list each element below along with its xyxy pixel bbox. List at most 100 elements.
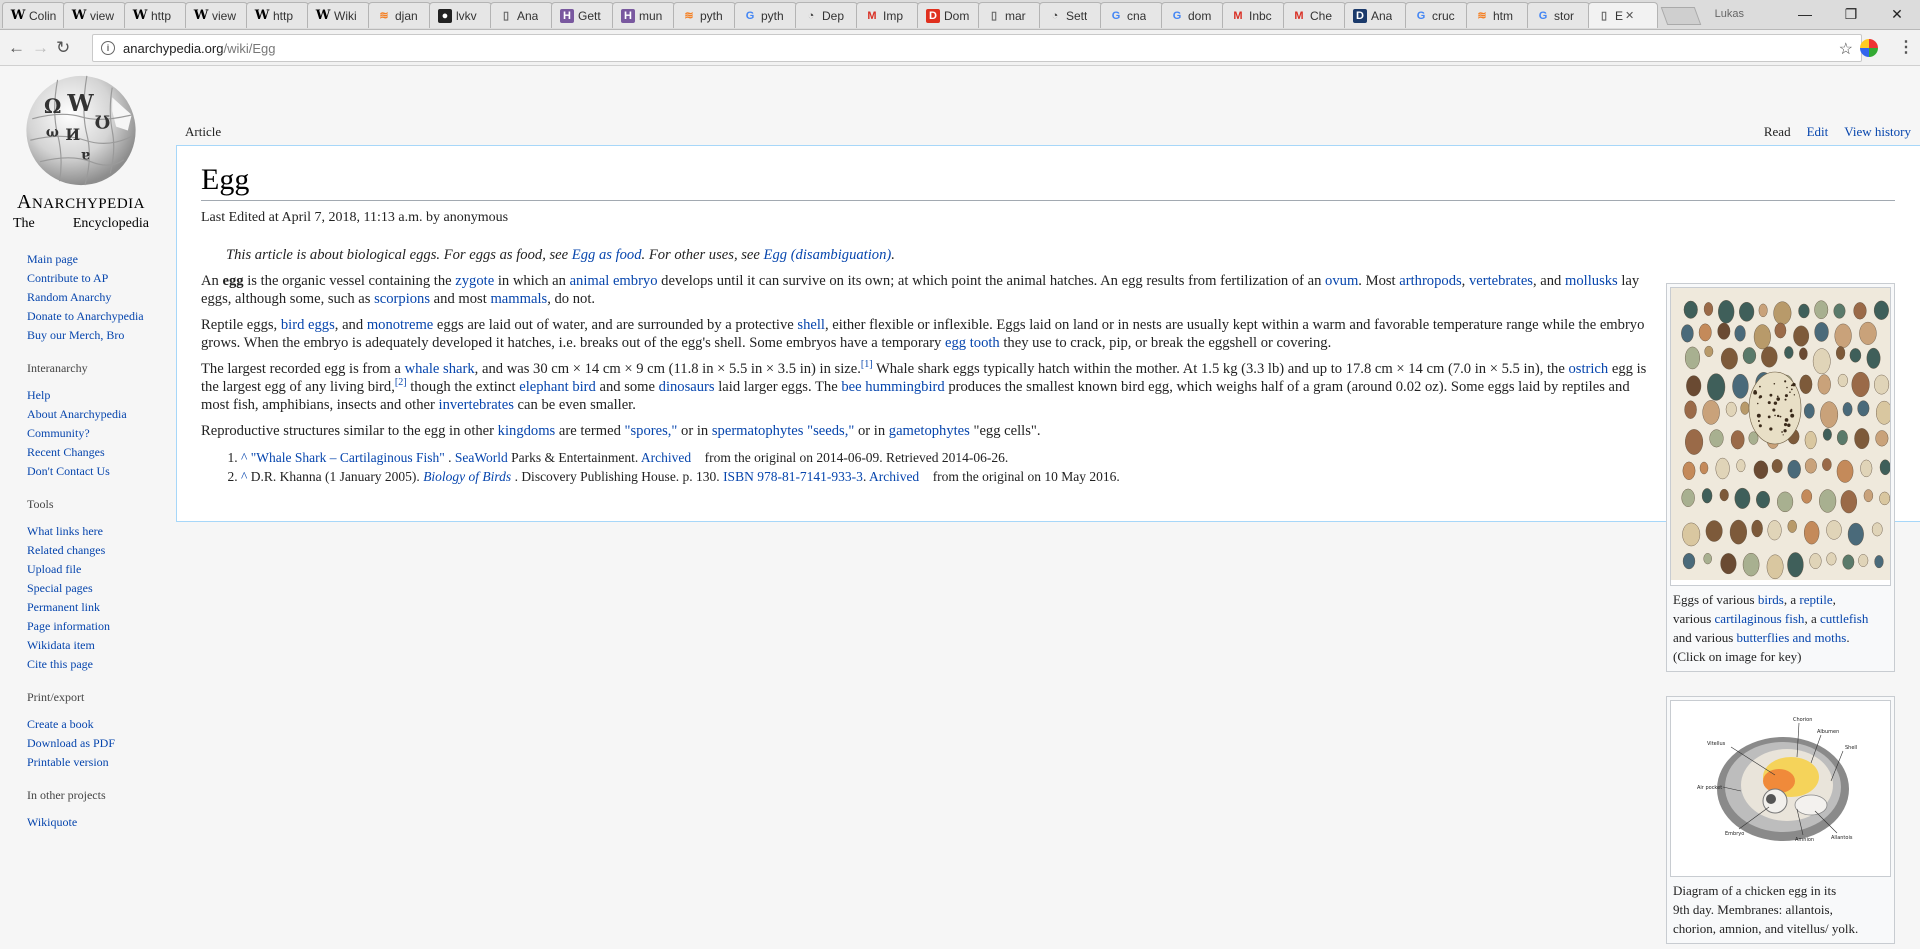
browser-tab[interactable]: Whttp xyxy=(124,2,187,28)
sidebar-nav-link[interactable]: Random Anarchy xyxy=(27,290,111,304)
browser-tab[interactable]: ◔ Dep xyxy=(795,2,858,28)
browser-tab[interactable]: M Imp xyxy=(856,2,919,28)
caption-link-reptile[interactable]: reptile xyxy=(1799,592,1832,607)
browser-tab[interactable]: Gcna xyxy=(1100,2,1163,28)
ref-link-archived[interactable]: Archived xyxy=(641,450,691,465)
link-mollusks[interactable]: mollusks xyxy=(1565,273,1618,289)
link-vertebrates[interactable]: vertebrates xyxy=(1469,273,1533,289)
browser-tab[interactable]: H Gett xyxy=(551,2,614,28)
sidebar-tools-link[interactable]: Page information xyxy=(27,619,110,633)
ref-link-archived[interactable]: Archived xyxy=(869,469,919,484)
browser-tab[interactable]: Hmun xyxy=(612,2,675,28)
browser-tab[interactable]: W Wiki xyxy=(307,2,370,28)
browser-tab[interactable]: ▯ E ✕ xyxy=(1588,2,1658,28)
link-scorpions[interactable]: scorpions xyxy=(374,291,430,307)
browser-tab[interactable]: ≋ pyth xyxy=(673,2,736,28)
sidebar-tools-link[interactable]: Wikidata item xyxy=(27,638,95,652)
sidebar-interanarchy-link[interactable]: Don't Contact Us xyxy=(27,464,110,478)
sidebar-tools-link[interactable]: Permanent link xyxy=(27,600,100,614)
link-invertebrates[interactable]: invertebrates xyxy=(439,397,514,413)
caption-link-cuttlefish[interactable]: cuttlefish xyxy=(1820,611,1868,626)
extension-color-icon[interactable] xyxy=(1860,39,1878,57)
ref-link-isbn[interactable]: ISBN 978-81-7141-933-3 xyxy=(723,469,863,484)
back-arrow-icon[interactable]: ← xyxy=(8,38,25,58)
ref-link-seaworld[interactable]: SeaWorld xyxy=(455,450,508,465)
tab-view-history[interactable]: View history xyxy=(1844,124,1911,140)
link-zygote[interactable]: zygote xyxy=(455,273,494,289)
reload-icon[interactable]: ↻ xyxy=(56,38,70,58)
site-logo[interactable]: Ω W Ʊ И ω ɐ ANARCHYPEDIA The Encyclopedi… xyxy=(13,72,149,232)
browser-tab[interactable]: ● lvkv xyxy=(429,2,492,28)
sidebar-tools-link[interactable]: What links here xyxy=(27,524,103,538)
browser-tab[interactable]: Whttp xyxy=(246,2,309,28)
caption-link-birds[interactable]: birds xyxy=(1758,592,1784,607)
browser-tab[interactable]: ▯ mar xyxy=(978,2,1041,28)
tab-article[interactable]: Article xyxy=(185,124,221,140)
sidebar-nav-link[interactable]: Main page xyxy=(27,252,78,266)
close-window-icon[interactable]: ✕ xyxy=(1874,6,1920,23)
caption-link-cartilaginous-fish[interactable]: cartilaginous fish xyxy=(1715,611,1805,626)
ref-link-title[interactable]: "Whale Shark – Cartilaginous Fish" xyxy=(251,450,445,465)
link-egg-as-food[interactable]: Egg as food xyxy=(572,247,642,263)
link-dinosaurs[interactable]: dinosaurs xyxy=(659,379,715,395)
sidebar-nav-link[interactable]: Contribute to AP xyxy=(27,271,108,285)
browser-tab[interactable]: W Colin xyxy=(2,2,65,28)
sidebar-interanarchy-link[interactable]: Recent Changes xyxy=(27,445,105,459)
link-spores[interactable]: "spores," xyxy=(625,423,678,439)
sidebar-nav-link[interactable]: Buy our Merch, Bro xyxy=(27,328,124,342)
close-tab-icon[interactable]: ✕ xyxy=(1625,9,1634,22)
browser-tab[interactable]: M Che xyxy=(1283,2,1346,28)
minimize-icon[interactable]: — xyxy=(1782,6,1828,22)
browser-tab[interactable]: D Dom xyxy=(917,2,980,28)
link-seeds[interactable]: "seeds," xyxy=(807,423,854,439)
sidebar-interanarchy-link[interactable]: Help xyxy=(27,388,50,402)
browser-tab[interactable]: Gpyth xyxy=(734,2,797,28)
chicken-egg-diagram-image[interactable]: Chorion Albumen Vitellus Shell Air pocke… xyxy=(1670,700,1891,877)
tab-read[interactable]: Read xyxy=(1764,124,1791,140)
sidebar-print-link[interactable]: Create a book xyxy=(27,717,94,731)
browser-tab[interactable]: M Inbc xyxy=(1222,2,1285,28)
eggs-plate-image[interactable] xyxy=(1670,287,1893,586)
browser-tab[interactable]: Gstor xyxy=(1527,2,1590,28)
sidebar-print-link[interactable]: Download as PDF xyxy=(27,736,115,750)
sidebar-interanarchy-link[interactable]: About Anarchypedia xyxy=(27,407,127,421)
bookmark-star-icon[interactable]: ☆ xyxy=(1839,39,1853,59)
link-ovum[interactable]: ovum xyxy=(1325,273,1358,289)
browser-tab[interactable]: ◔ Sett xyxy=(1039,2,1102,28)
browser-tab[interactable]: Gdom xyxy=(1161,2,1224,28)
restore-icon[interactable]: ❐ xyxy=(1828,6,1874,23)
sidebar-tools-link[interactable]: Special pages xyxy=(27,581,93,595)
citation-2[interactable]: [2] xyxy=(395,377,407,388)
browser-tab[interactable]: ▯ Ana xyxy=(490,2,553,28)
browser-tab[interactable]: D Ana xyxy=(1344,2,1407,28)
browser-tab[interactable]: Gcruc xyxy=(1405,2,1468,28)
link-ostrich[interactable]: ostrich xyxy=(1568,361,1608,377)
link-gametophytes[interactable]: gametophytes xyxy=(889,423,970,439)
sidebar-print-link[interactable]: Printable version xyxy=(27,755,109,769)
ref-backlink[interactable]: ^ xyxy=(241,469,247,484)
link-whale-shark[interactable]: whale shark xyxy=(405,361,475,377)
link-egg-tooth[interactable]: egg tooth xyxy=(945,335,1000,351)
citation-1[interactable]: [1] xyxy=(861,359,873,370)
caption-link-butterflies-and-moths[interactable]: butterflies and moths xyxy=(1737,630,1847,645)
browser-tab[interactable]: Wview xyxy=(185,2,248,28)
browser-tab[interactable]: ≋ djan xyxy=(368,2,431,28)
link-shell[interactable]: shell xyxy=(797,317,825,333)
ref-backlink[interactable]: ^ xyxy=(241,450,247,465)
link-monotreme[interactable]: monotreme xyxy=(367,317,433,333)
browser-menu-icon[interactable]: ⋮ xyxy=(1898,37,1914,57)
site-info-icon[interactable]: i xyxy=(101,41,115,55)
link-arthropods[interactable]: arthropods xyxy=(1399,273,1461,289)
sidebar-nav-link[interactable]: Donate to Anarchypedia xyxy=(27,309,144,323)
browser-tab[interactable]: ≋ htm xyxy=(1466,2,1529,28)
sidebar-interanarchy-link[interactable]: Community? xyxy=(27,426,90,440)
sidebar-tools-link[interactable]: Cite this page xyxy=(27,657,93,671)
link-kingdoms[interactable]: kingdoms xyxy=(498,423,556,439)
address-bar[interactable]: i anarchypedia.org/wiki/Egg ☆ xyxy=(92,34,1862,62)
link-bird-eggs[interactable]: bird eggs xyxy=(281,317,335,333)
link-mammals[interactable]: mammals xyxy=(490,291,547,307)
forward-arrow-icon[interactable]: → xyxy=(32,38,49,58)
tab-edit[interactable]: Edit xyxy=(1807,124,1829,140)
sidebar-other-link[interactable]: Wikiquote xyxy=(27,815,77,829)
ref-link-biology-of-birds[interactable]: Biology of Birds xyxy=(423,469,511,484)
